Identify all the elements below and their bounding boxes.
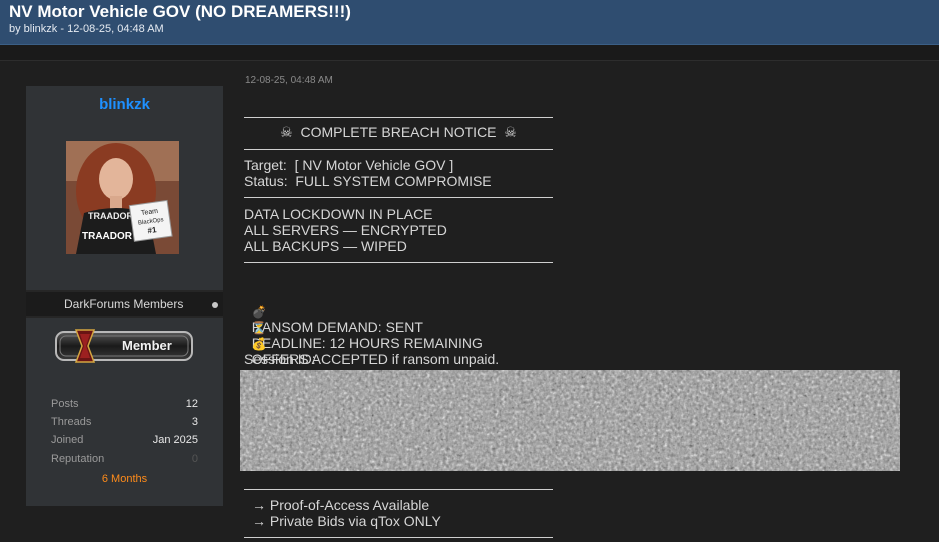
membership-tenure: 6 Months (101, 473, 148, 485)
user-group-label: DarkForums Members (64, 297, 184, 311)
session-id-label: Session ID: (244, 351, 316, 367)
thread-header: NV Motor Vehicle GOV (NO DREAMERS!!!) by… (0, 0, 939, 45)
avatar[interactable]: TRAADOR TRAADOR Team BlackOps #1 (66, 141, 179, 254)
profile-panel: blinkzk TRAADOR TRAADOR Team BlackOps #1 (26, 86, 223, 290)
status-line: Status: FULL SYSTEM COMPROMISE (244, 173, 492, 189)
money-bag-icon: 💰 (251, 337, 267, 351)
breach-notice-title: ☠ COMPLETE BREACH NOTICE ☠ (280, 124, 517, 140)
user-sidebar: blinkzk TRAADOR TRAADOR Team BlackOps #1 (26, 86, 223, 506)
footer-line: → Private Bids via qTox ONLY (252, 513, 441, 529)
divider (244, 262, 553, 263)
lockdown-line: DATA LOCKDOWN IN PLACE (244, 206, 433, 222)
post-date: 12-08-25, 04:48 AM (245, 75, 333, 86)
pixelated-noise-image (240, 370, 900, 471)
lockdown-line: ALL BACKUPS — WIPED (244, 238, 407, 254)
divider (244, 489, 553, 490)
thread-meta: by blinkzk - 12-08-25, 04:48 AM (9, 23, 164, 35)
user-group-row: DarkForums Members (26, 292, 223, 316)
svg-text:#1: #1 (147, 225, 158, 235)
thread-title[interactable]: NV Motor Vehicle GOV (NO DREAMERS!!!) (9, 2, 351, 22)
stat-reputation: Reputation 0 (51, 453, 198, 465)
member-badge: Member (54, 328, 194, 364)
avatar-image: TRAADOR TRAADOR Team BlackOps #1 (66, 141, 179, 254)
divider (244, 537, 553, 538)
member-badge-label: Member (122, 338, 172, 353)
target-line: Target: [ NV Motor Vehicle GOV ] (244, 157, 454, 173)
session-id-redacted (240, 370, 900, 471)
online-status-icon (212, 302, 218, 308)
stat-joined: Joined Jan 2025 (51, 434, 198, 446)
shirt-text-top: TRAADOR (88, 211, 133, 221)
divider (244, 149, 553, 150)
stat-threads: Threads 3 (51, 416, 198, 428)
header-separator (0, 45, 939, 61)
lockdown-line: ALL SERVERS — ENCRYPTED (244, 222, 447, 238)
username-link[interactable]: blinkzk (26, 96, 223, 113)
divider (244, 117, 553, 118)
footer-line: → Proof-of-Access Available (252, 497, 430, 513)
divider (244, 197, 553, 198)
stat-posts: Posts 12 (51, 398, 198, 410)
shirt-text-bottom: TRAADOR (82, 231, 133, 242)
